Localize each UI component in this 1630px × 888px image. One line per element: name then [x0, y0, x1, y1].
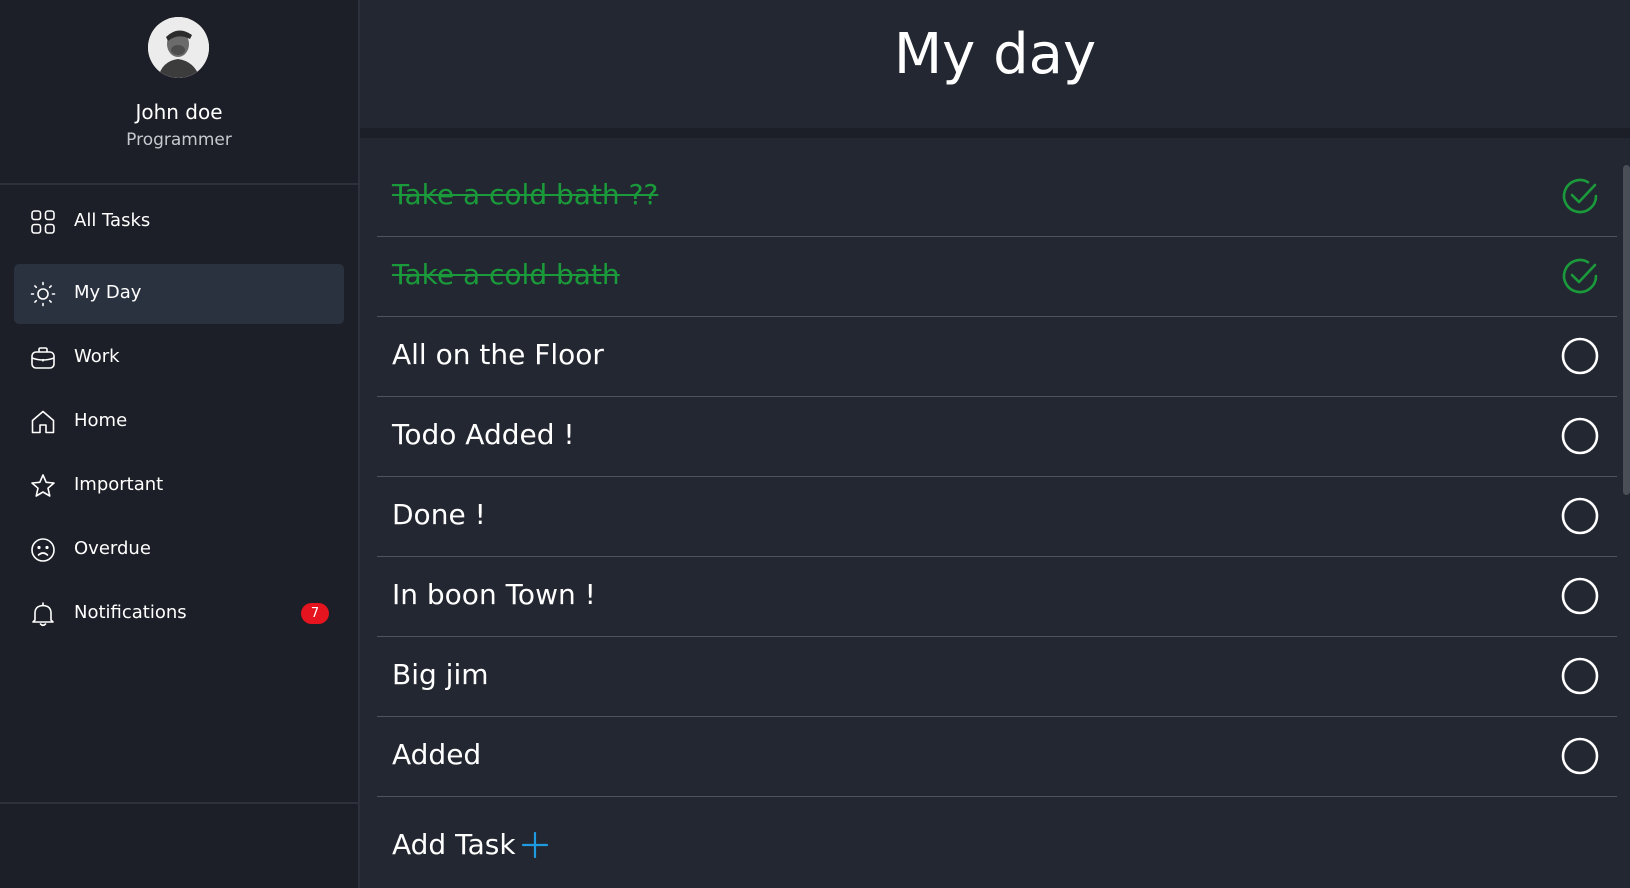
empty-circle-icon[interactable]	[1560, 656, 1600, 696]
task-row[interactable]: Take a cold bath ??	[377, 156, 1617, 237]
main-header: My day	[360, 0, 1630, 138]
sidebar-item-home[interactable]: Home	[14, 392, 344, 452]
avatar-image	[148, 17, 209, 78]
profile-name: John doe	[135, 100, 223, 124]
task-row[interactable]: Done !	[377, 476, 1617, 557]
task-row[interactable]: Big jim	[377, 636, 1617, 717]
sidebar-item-label: Important	[74, 474, 164, 495]
star-icon	[31, 474, 55, 497]
task-text: All on the Floor	[392, 338, 604, 371]
grid-icon	[31, 210, 55, 234]
sidebar-item-label: Work	[74, 346, 120, 367]
home-icon	[31, 410, 55, 434]
task-row[interactable]: Take a cold bath	[377, 236, 1617, 317]
sidebar-item-label: Home	[74, 410, 128, 431]
task-list: Take a cold bath ?? Take a cold bath All…	[367, 138, 1630, 888]
sidebar: John doe Programmer All Tasks My Day Wor…	[0, 0, 360, 888]
sidebar-item-overdue[interactable]: Overdue	[14, 520, 344, 580]
sidebar-item-notifications[interactable]: Notifications 7	[14, 584, 344, 644]
page-title: My day	[893, 22, 1097, 87]
sidebar-item-my-day[interactable]: My Day	[14, 264, 344, 324]
plus-icon	[521, 831, 548, 858]
app-window: John doe Programmer All Tasks My Day Wor…	[0, 0, 1630, 888]
briefcase-icon	[31, 347, 55, 369]
task-text: Todo Added !	[392, 418, 575, 451]
task-row[interactable]: All on the Floor	[377, 316, 1617, 397]
sidebar-item-label: Notifications	[74, 602, 187, 623]
check-circle-icon[interactable]	[1560, 256, 1600, 296]
task-row[interactable]: Todo Added !	[377, 396, 1617, 477]
task-row[interactable]: Added	[377, 716, 1617, 797]
task-text: Big jim	[392, 658, 489, 691]
empty-circle-icon[interactable]	[1560, 336, 1600, 376]
task-text: Take a cold bath ??	[392, 178, 659, 211]
sidebar-item-label: All Tasks	[74, 210, 151, 231]
empty-circle-icon[interactable]	[1560, 416, 1600, 456]
bell-icon	[32, 602, 54, 627]
task-text: Done !	[392, 498, 486, 531]
profile-role: Programmer	[126, 130, 232, 150]
task-text: Take a cold bath	[392, 258, 620, 291]
empty-circle-icon[interactable]	[1560, 576, 1600, 616]
sidebar-divider	[0, 802, 358, 804]
notification-count-badge: 7	[301, 603, 329, 624]
empty-circle-icon[interactable]	[1560, 496, 1600, 536]
add-task-label: Add Task	[392, 828, 516, 861]
check-circle-icon[interactable]	[1560, 176, 1600, 216]
task-text: Added	[392, 738, 482, 771]
sidebar-item-label: Overdue	[74, 538, 151, 559]
empty-circle-icon[interactable]	[1560, 736, 1600, 776]
avatar[interactable]	[148, 17, 209, 78]
sidebar-item-all-tasks[interactable]: All Tasks	[14, 192, 344, 252]
task-row[interactable]: In boon Town !	[377, 556, 1617, 637]
sad-face-icon	[31, 538, 55, 562]
add-task-button[interactable]: Add Task	[392, 828, 550, 861]
profile-section: John doe Programmer	[0, 0, 358, 185]
scrollbar[interactable]	[1623, 165, 1630, 495]
sun-icon	[30, 281, 56, 307]
sidebar-item-important[interactable]: Important	[14, 456, 344, 516]
sidebar-item-work[interactable]: Work	[14, 328, 344, 388]
sidebar-item-label: My Day	[74, 282, 142, 303]
task-text: In boon Town !	[392, 578, 596, 611]
